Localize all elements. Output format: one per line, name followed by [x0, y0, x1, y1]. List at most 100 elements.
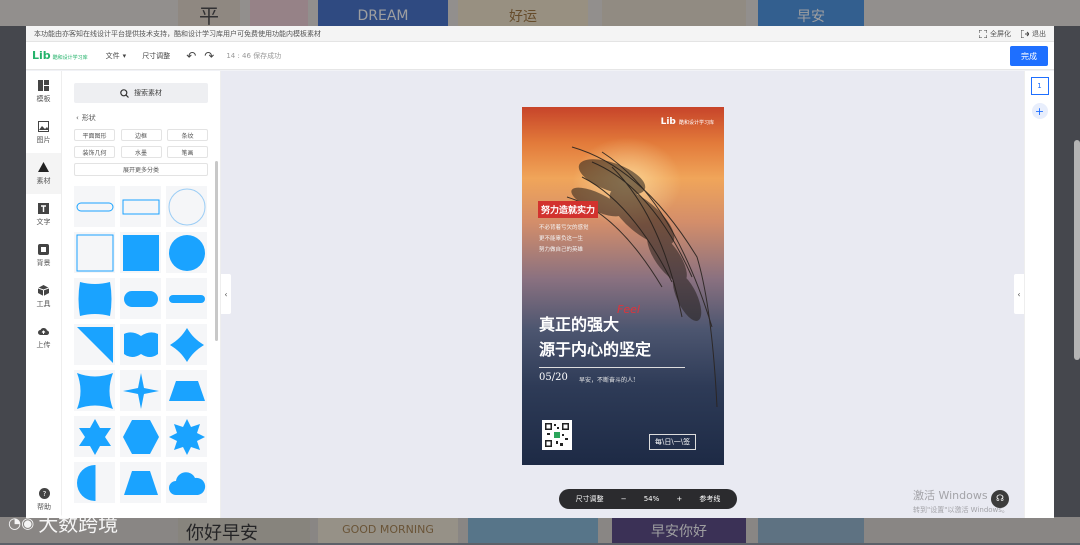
- exit-button[interactable]: 退出: [1021, 29, 1046, 39]
- shape-square[interactable]: [120, 232, 161, 273]
- resize-menu[interactable]: 尺寸调整: [142, 51, 170, 61]
- poster-canvas[interactable]: Lib 酷和设计学习库 努力造就实力 不必背着亏欠的感觉 更不能辜负这一生 努力…: [522, 107, 724, 465]
- qr-code[interactable]: [542, 420, 572, 450]
- notice-bar: 本功能由亦客知在线设计平台提供技术支持，酷和设计学习库用户可免费使用功能内模板素…: [26, 26, 1054, 42]
- sidebar-item-material[interactable]: 素材: [26, 153, 61, 194]
- image-icon: [38, 120, 49, 132]
- breadcrumb[interactable]: ‹ 形状: [76, 113, 220, 123]
- shape-trapezoid-small[interactable]: [120, 462, 161, 503]
- zoom-value: 54%: [643, 495, 660, 503]
- shape-rect-outline[interactable]: [120, 186, 161, 227]
- page-thumb-1[interactable]: 1: [1030, 77, 1049, 95]
- text-icon: [38, 202, 49, 214]
- zoom-bar: 尺寸调整 − 54% + 参考线: [559, 489, 737, 509]
- chevron-left-icon: ‹: [1017, 289, 1021, 299]
- tag-ink[interactable]: 水墨: [120, 146, 162, 158]
- save-status: 14 : 46 保存成功: [226, 51, 282, 60]
- undo-icon[interactable]: ↶: [186, 49, 196, 63]
- expand-categories-button[interactable]: 展开更多分类: [74, 163, 208, 176]
- shape-circle[interactable]: [166, 232, 207, 273]
- upload-icon: [38, 327, 49, 335]
- shape-grid: [74, 186, 220, 503]
- material-panel: 搜索素材 ‹ 形状 平面图形 边框 条纹 装饰几何 水墨 笔画 展开更多分类: [62, 71, 221, 518]
- search-material-button[interactable]: 搜索素材: [74, 83, 208, 103]
- background-icon: [38, 243, 49, 255]
- fullscreen-button[interactable]: 全屏化: [979, 29, 1011, 39]
- done-button[interactable]: 完成: [1010, 46, 1048, 66]
- sidebar-item-template[interactable]: 模板: [26, 71, 61, 112]
- brand-logo: Lib 酷和设计学习库: [32, 49, 88, 62]
- search-icon: [120, 88, 129, 98]
- poster-small-lines[interactable]: 不必背着亏欠的感觉 更不能辜负这一生 努力做自己的英雄: [539, 223, 589, 256]
- shape-pill[interactable]: [120, 278, 161, 319]
- tag-stroke[interactable]: 笔画: [167, 146, 208, 158]
- shape-cloud[interactable]: [166, 462, 207, 503]
- poster-line: 努力做自己的英雄: [539, 247, 584, 253]
- file-menu[interactable]: 文件 ▾: [106, 51, 127, 61]
- shape-hexagon[interactable]: [120, 416, 161, 457]
- exit-icon: [1021, 29, 1029, 38]
- shape-wave[interactable]: [120, 324, 161, 365]
- shape-rounded-outline[interactable]: [74, 186, 115, 227]
- canvas-area[interactable]: Lib 酷和设计学习库 努力造就实力 不必背着亏欠的感觉 更不能辜负这一生 努力…: [221, 71, 1024, 518]
- resize-button[interactable]: 尺寸调整: [576, 494, 604, 504]
- poster-brand-name: Lib: [660, 117, 676, 127]
- shape-capsule[interactable]: [166, 278, 207, 319]
- shape-concave-square[interactable]: [74, 370, 115, 411]
- sidebar-item-label: 背景: [36, 258, 51, 267]
- tag-decor-geometry[interactable]: 装饰几何: [74, 146, 115, 158]
- sidebar-item-label: 文字: [36, 217, 51, 226]
- support-button[interactable]: ☊: [991, 490, 1009, 508]
- chevron-left-icon: ‹: [224, 289, 228, 299]
- shape-triangle[interactable]: [74, 324, 115, 365]
- zoom-out-button[interactable]: −: [621, 495, 627, 503]
- page-scrollbar[interactable]: [1074, 140, 1080, 360]
- guide-lines-button[interactable]: 参考线: [699, 494, 720, 504]
- sidebar-item-upload[interactable]: 上传: [26, 317, 61, 358]
- material-icon: [38, 161, 49, 172]
- shape-rounded-square[interactable]: [74, 278, 115, 319]
- poster-line: 不必背着亏欠的感觉: [539, 225, 589, 231]
- notice-text: 本功能由亦客知在线设计平台提供技术支持，酷和设计学习库用户可免费使用功能内模板素…: [34, 29, 321, 38]
- sidebar-item-image[interactable]: 图片: [26, 112, 61, 153]
- shape-trapezoid[interactable]: [166, 370, 207, 411]
- collapse-left-panel-button[interactable]: ‹: [221, 274, 231, 314]
- tag-stripe[interactable]: 条纹: [167, 129, 208, 141]
- headset-icon: ☊: [996, 494, 1004, 504]
- panel-scrollbar[interactable]: [215, 161, 218, 341]
- file-menu-label: 文件: [105, 51, 120, 60]
- shape-eight-point-star[interactable]: [166, 416, 207, 457]
- poster-daily-label[interactable]: 每\日\一\签: [649, 434, 697, 450]
- fullscreen-icon: [979, 29, 987, 38]
- headline-line-2: 源于内心的坚定: [539, 340, 652, 359]
- poster-greeting[interactable]: 早安，不断奋斗的人!: [579, 375, 635, 384]
- poster-brand: Lib 酷和设计学习库: [661, 117, 714, 127]
- shape-square-outline[interactable]: [74, 232, 115, 273]
- editor-toolbar: Lib 酷和设计学习库 文件 ▾ 尺寸调整 ↶ ↷ 14 : 46 保存成功 完成: [26, 42, 1054, 70]
- design-editor-modal: 本功能由亦客知在线设计平台提供技术支持，酷和设计学习库用户可免费使用功能内模板素…: [26, 26, 1054, 518]
- tag-border[interactable]: 边框: [120, 129, 162, 141]
- tools-icon: [38, 284, 49, 296]
- shape-flower[interactable]: [166, 324, 207, 365]
- sidebar-item-tools[interactable]: 工具: [26, 276, 61, 317]
- poster-date[interactable]: 05/20: [539, 372, 568, 383]
- qr-code-icon: [544, 422, 570, 448]
- shape-six-point-star[interactable]: [74, 416, 115, 457]
- zoom-in-button[interactable]: +: [676, 495, 682, 503]
- sidebar-item-background[interactable]: 背景: [26, 235, 61, 276]
- fullscreen-label: 全屏化: [990, 29, 1011, 38]
- sidebar-item-label: 图片: [36, 135, 51, 144]
- help-icon: ?: [38, 488, 50, 499]
- poster-tagline[interactable]: 努力造就实力: [538, 201, 599, 218]
- sidebar-item-text[interactable]: 文字: [26, 194, 61, 235]
- tag-flat-shape[interactable]: 平面图形: [74, 129, 115, 141]
- poster-divider: [539, 367, 685, 368]
- shape-four-point-star[interactable]: [120, 370, 161, 411]
- sidebar-item-label: 上传: [36, 340, 51, 349]
- poster-headline[interactable]: 真正的强大 源于内心的坚定: [539, 312, 651, 362]
- collapse-right-panel-button[interactable]: ‹: [1014, 274, 1024, 314]
- shape-half-circle[interactable]: [74, 462, 115, 503]
- redo-icon[interactable]: ↷: [204, 49, 214, 63]
- shape-circle-outline[interactable]: [166, 186, 207, 227]
- add-page-button[interactable]: +: [1031, 103, 1048, 119]
